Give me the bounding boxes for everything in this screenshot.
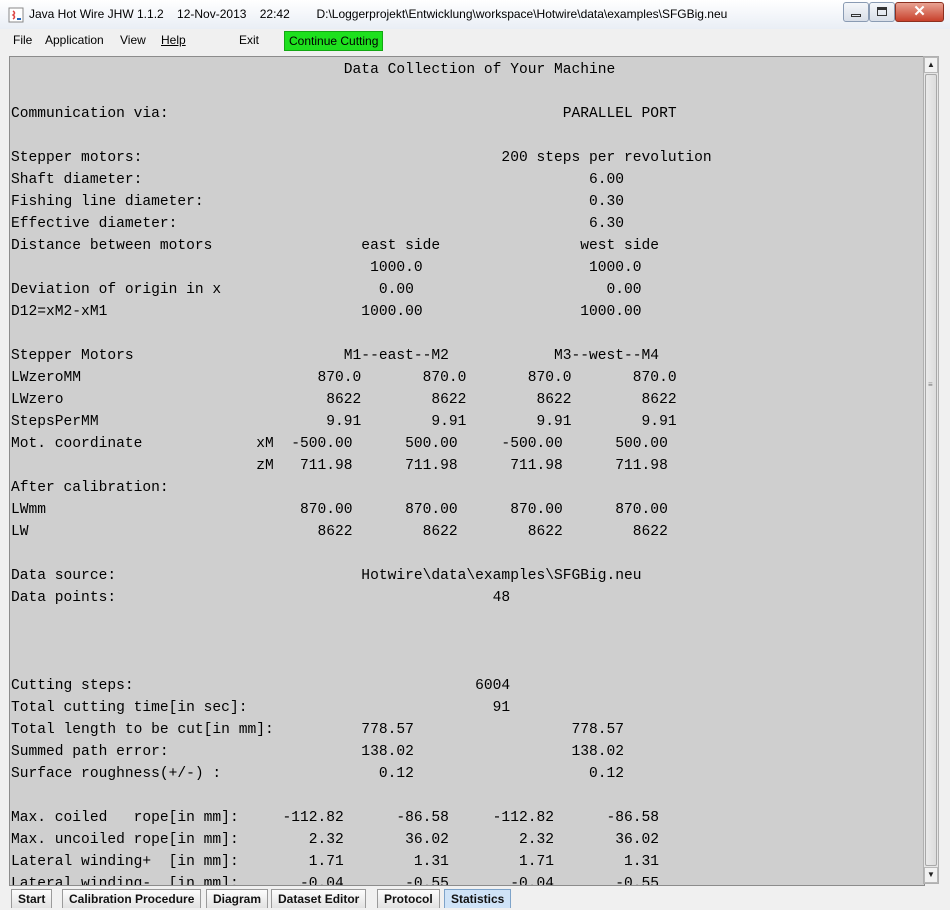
report-line: Distance between motors east side west s… xyxy=(11,238,660,254)
report-line: StepsPerMM 9.91 9.91 9.91 9.91 xyxy=(11,414,677,430)
report-line: Max. coiled rope[in mm]: -112.82 -86.58 … xyxy=(11,810,660,826)
report-line: After calibration: xyxy=(11,480,169,496)
report-line: Max. uncoiled rope[in mm]: 2.32 36.02 2.… xyxy=(11,832,660,848)
report-line: Cutting steps: 6004 xyxy=(11,678,511,694)
report-line: 1000.0 1000.0 xyxy=(11,260,642,276)
statistics-report-panel: Data Collection of Your Machine Communica… xyxy=(9,56,925,886)
continue-cutting-button[interactable]: Continue Cutting xyxy=(284,31,384,51)
report-line: Data Collection of Your Machine xyxy=(11,62,616,78)
report-line: LWzero 8622 8622 8622 8622 xyxy=(11,392,677,408)
report-line: LW 8622 8622 8622 8622 xyxy=(11,524,668,540)
tab-dataset-editor[interactable]: Dataset Editor xyxy=(271,889,367,908)
maximize-icon xyxy=(877,7,887,16)
report-line: Stepper Motors M1--east--M2 M3--west--M4 xyxy=(11,348,660,364)
window-title: Java Hot Wire JHW 1.1.2 12-Nov-2013 22:4… xyxy=(29,7,728,21)
report-line: Mot. coordinate xM -500.00 500.00 -500.0… xyxy=(11,436,668,452)
report-line: Effective diameter: 6.30 xyxy=(11,216,625,232)
scroll-thumb[interactable]: ≡ xyxy=(925,74,937,866)
report-line: Summed path error: 138.02 138.02 xyxy=(11,744,625,760)
report-line: D12=xM2-xM1 1000.00 1000.00 xyxy=(11,304,642,320)
maximize-button[interactable] xyxy=(869,2,895,22)
close-button[interactable]: ✕ xyxy=(895,2,944,22)
report-line: Data points: 48 xyxy=(11,590,511,606)
tab-bar: Start Calibration Procedure Diagram Data… xyxy=(0,886,950,910)
tab-start[interactable]: Start xyxy=(11,889,53,908)
close-icon: ✕ xyxy=(913,3,926,20)
report-line: LWmm 870.00 870.00 870.00 870.00 xyxy=(11,502,668,518)
report-line: Deviation of origin in x 0.00 0.00 xyxy=(11,282,642,298)
menu-bar: File Application View Help Exit Continue… xyxy=(0,29,950,52)
report-line: LWzeroMM 870.0 870.0 870.0 870.0 xyxy=(11,370,677,386)
exit-button[interactable]: Exit xyxy=(235,31,263,49)
scroll-grip-icon: ≡ xyxy=(928,380,933,389)
report-line: Fishing line diameter: 0.30 xyxy=(11,194,625,210)
tab-diagram[interactable]: Diagram xyxy=(206,889,269,908)
report-line: zM 711.98 711.98 711.98 711.98 xyxy=(11,458,668,474)
minimize-button[interactable] xyxy=(843,2,869,22)
report-line: Surface roughness(+/-) : 0.12 0.12 xyxy=(11,766,625,782)
menu-application[interactable]: Application xyxy=(45,33,104,47)
tab-statistics[interactable]: Statistics xyxy=(444,889,512,908)
report-line: Lateral winding+ [in mm]: 1.71 1.31 1.71… xyxy=(11,854,660,870)
scroll-up-arrow-icon[interactable]: ▲ xyxy=(924,57,938,73)
report-line: Data source: Hotwire\data\examples\SFGBi… xyxy=(11,568,642,584)
tab-protocol[interactable]: Protocol xyxy=(377,889,440,908)
report-line: Total cutting time[in sec]: 91 xyxy=(11,700,511,716)
menu-view[interactable]: View xyxy=(120,33,146,47)
scroll-down-arrow-icon[interactable]: ▼ xyxy=(924,867,938,883)
report-line: Shaft diameter: 6.00 xyxy=(11,172,625,188)
report-line: Communication via: PARALLEL PORT xyxy=(11,106,677,122)
report-line: Total length to be cut[in mm]: 778.57 77… xyxy=(11,722,625,738)
title-bar: Java Hot Wire JHW 1.1.2 12-Nov-2013 22:4… xyxy=(0,0,950,30)
report-line: Lateral winding- [in mm]: -0.04 -0.55 -0… xyxy=(11,876,660,886)
minimize-icon xyxy=(851,14,861,17)
tab-calibration-procedure[interactable]: Calibration Procedure xyxy=(62,889,202,908)
vertical-scrollbar[interactable]: ▲ ≡ ▼ xyxy=(923,56,939,884)
menu-help[interactable]: Help xyxy=(161,33,186,47)
java-app-icon xyxy=(8,7,24,23)
menu-file[interactable]: File xyxy=(13,33,32,47)
report-line: Stepper motors: 200 steps per revolution xyxy=(11,150,712,166)
